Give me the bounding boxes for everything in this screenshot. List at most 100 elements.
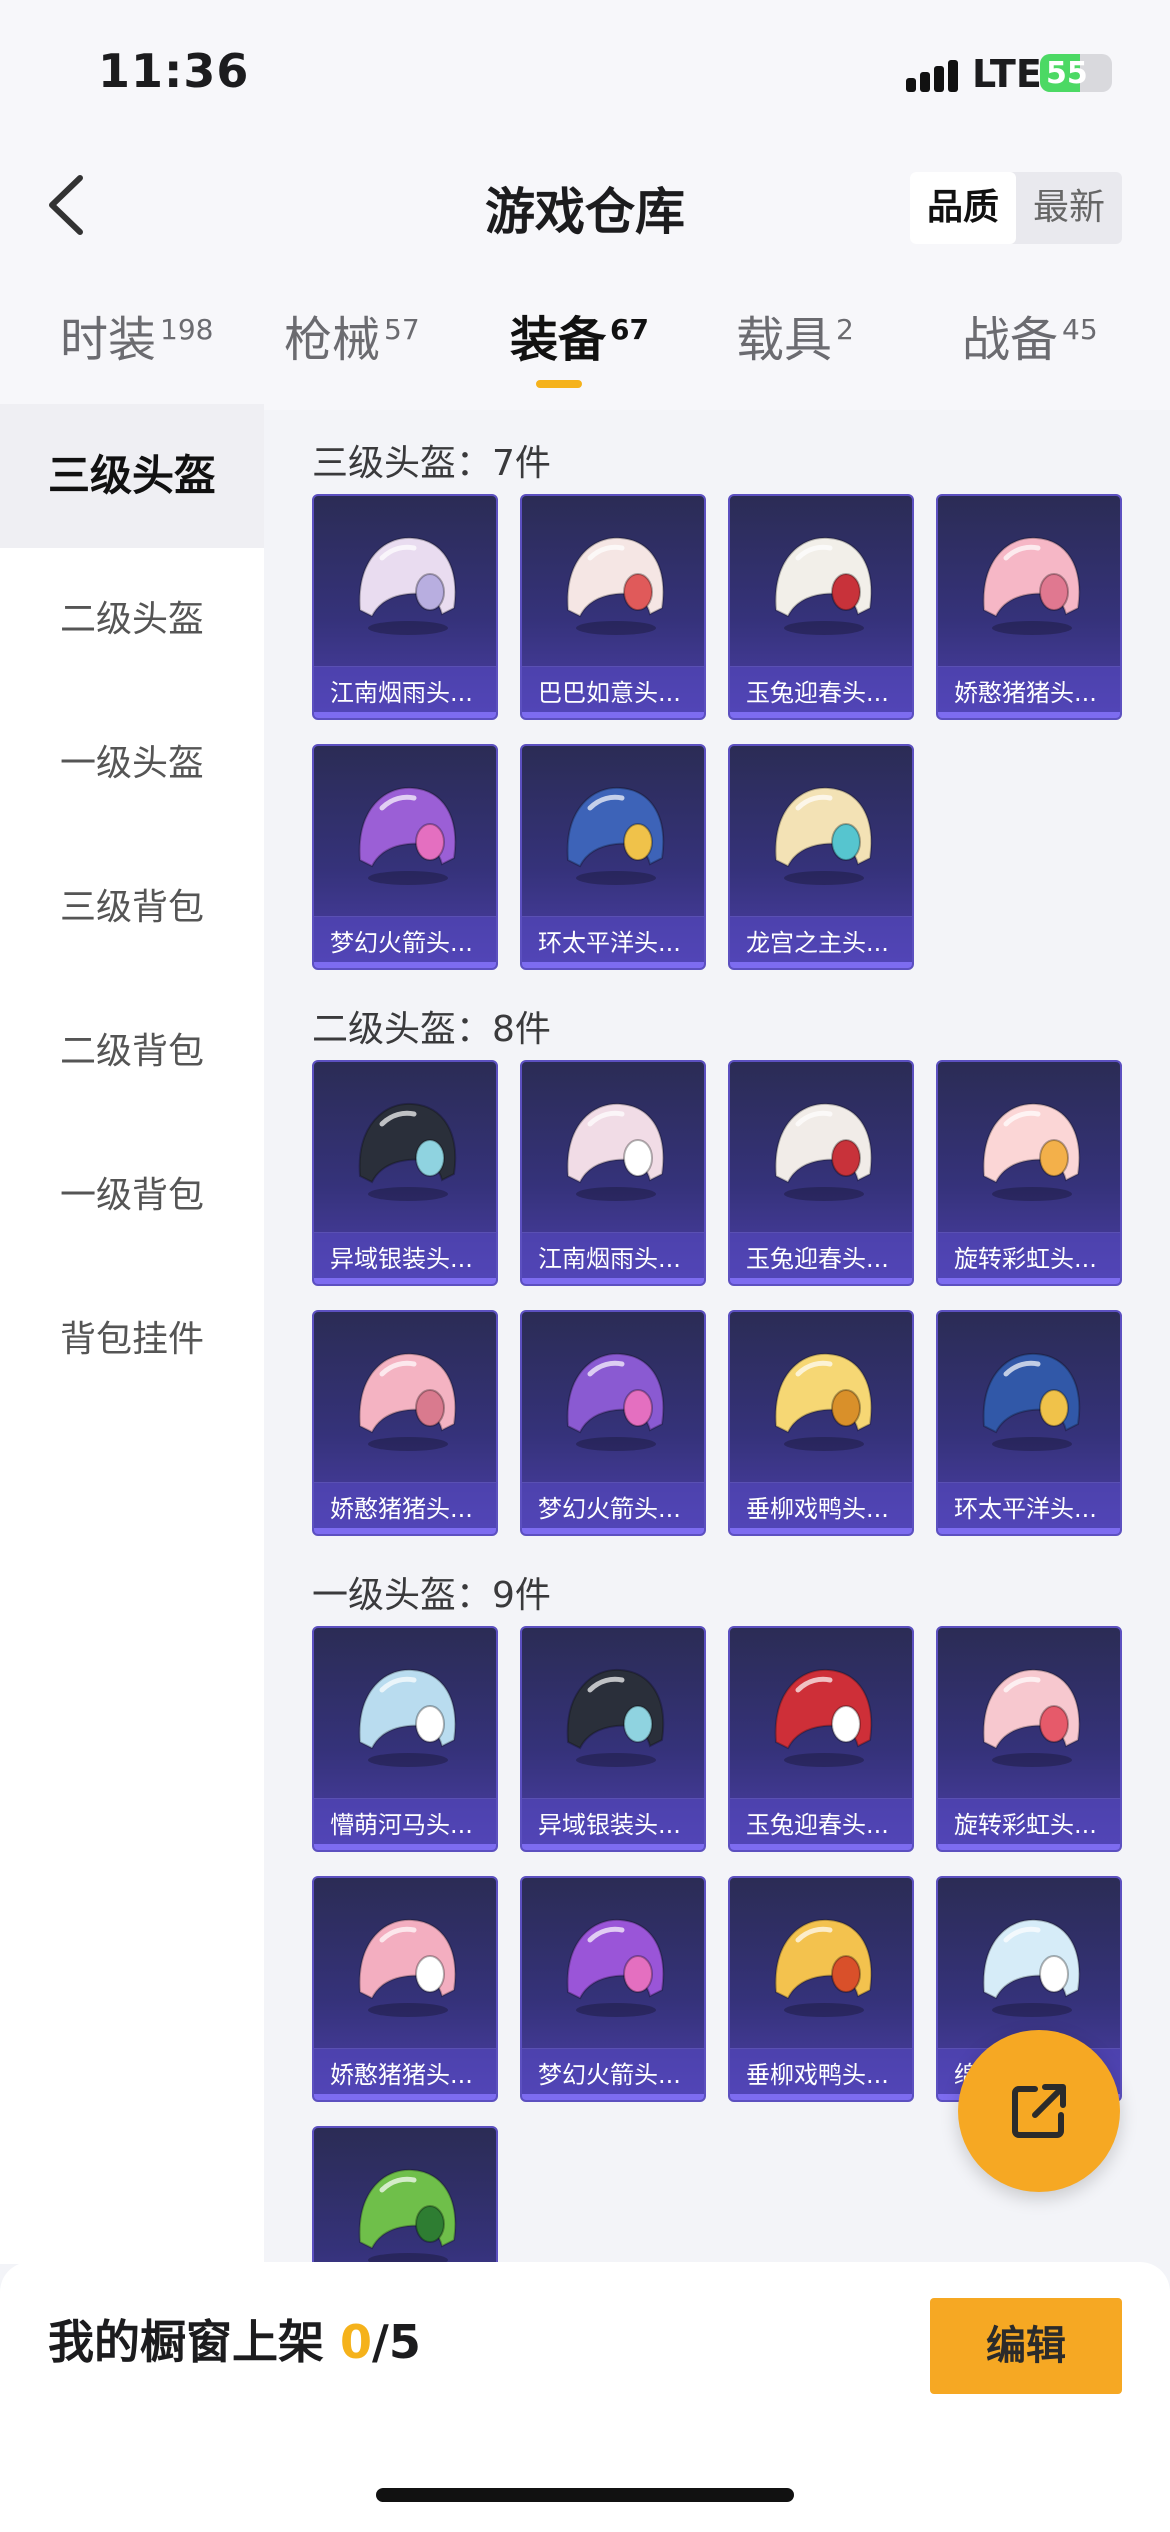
showcase-prefix: 我的橱窗上架 <box>48 2315 341 2369</box>
helmet-icon <box>982 1668 1081 1767</box>
item-card[interactable]: 梦幻火箭头... <box>520 1876 706 2102</box>
item-card[interactable]: 垂柳戏鸭头... <box>728 1310 914 1536</box>
item-card-quality-bar <box>522 1528 704 1534</box>
item-card-label: 环太平洋头... <box>522 916 704 968</box>
home-indicator <box>376 2488 794 2502</box>
tab-indicator <box>536 380 582 388</box>
item-card-quality-bar <box>730 2094 912 2100</box>
section-title: 二级头盔：8件 <box>312 1009 551 1050</box>
item-card[interactable]: 龙宫之主头... <box>728 744 914 970</box>
battery-icon: 55 <box>1040 54 1112 92</box>
item-card[interactable]: 异域银装头... <box>312 1060 498 1286</box>
status-bar: 11:36 LTE 55 <box>0 0 1170 140</box>
item-card-label: 玉兔迎春头... <box>730 1232 912 1284</box>
sidebar-item-lv1-helmet[interactable]: 一级头盔 <box>0 692 264 836</box>
tab-supplies[interactable]: 战备 45 <box>962 300 1098 400</box>
network-label: LTE <box>972 52 1042 96</box>
item-card[interactable]: 江南烟雨头... <box>312 494 498 720</box>
item-card[interactable]: 玉兔迎春头... <box>728 1060 914 1286</box>
item-card-quality-bar <box>314 712 496 718</box>
tab-count: 57 <box>384 313 420 346</box>
item-card[interactable]: 旋转彩虹头... <box>936 1060 1122 1286</box>
item-card-label: 梦幻火箭头... <box>314 916 496 968</box>
item-card[interactable]: 江南烟雨头... <box>520 1060 706 1286</box>
item-card[interactable]: 巴巴如意头... <box>520 494 706 720</box>
item-card[interactable]: 环太平洋头... <box>520 744 706 970</box>
sidebar-item-lv1-backpack[interactable]: 一级背包 <box>0 1124 264 1268</box>
item-card[interactable] <box>312 2126 498 2264</box>
item-card-quality-bar <box>314 1844 496 1850</box>
item-card[interactable]: 娇憨猪猪头... <box>312 1876 498 2102</box>
tab-label: 时装 <box>60 312 157 368</box>
item-card[interactable]: 懵萌河马头... <box>312 1626 498 1852</box>
item-card[interactable]: 垂柳戏鸭头... <box>728 1876 914 2102</box>
tab-label: 枪械 <box>284 312 381 368</box>
sidebar-item-lv3-backpack[interactable]: 三级背包 <box>0 836 264 980</box>
item-card-quality-bar <box>730 712 912 718</box>
item-card-quality-bar <box>314 1278 496 1284</box>
item-card-label: 江南烟雨头... <box>522 1232 704 1284</box>
category-tabs: 时装 198 枪械 57 装备 67 载具 2 战备 45 <box>0 300 1170 400</box>
section-title: 一级头盔：9件 <box>312 1575 551 1616</box>
sort-option-newest[interactable]: 最新 <box>1016 172 1122 244</box>
item-card-label: 异域银装头... <box>314 1232 496 1284</box>
item-card-quality-bar <box>938 1528 1120 1534</box>
item-card-label: 娇憨猪猪头... <box>314 1482 496 1534</box>
item-card[interactable]: 玉兔迎春头... <box>728 1626 914 1852</box>
tab-count: 67 <box>610 313 649 346</box>
helmet-icon <box>774 1668 873 1767</box>
back-button[interactable] <box>36 160 96 250</box>
item-card-label: 懵萌河马头... <box>314 1798 496 1850</box>
item-card-label: 娇憨猪猪头... <box>314 2048 496 2100</box>
status-time: 11:36 <box>98 44 250 98</box>
share-button[interactable] <box>958 2030 1120 2192</box>
item-card[interactable]: 异域银装头... <box>520 1626 706 1852</box>
battery-text: 55 <box>1046 56 1088 91</box>
item-card-label: 旋转彩虹头... <box>938 1232 1120 1284</box>
item-card[interactable]: 梦幻火箭头... <box>520 1310 706 1536</box>
helmet-icon <box>358 1102 457 1201</box>
item-card[interactable]: 旋转彩虹头... <box>936 1626 1122 1852</box>
sidebar-item-lv2-helmet[interactable]: 二级头盔 <box>0 548 264 692</box>
signal-icon <box>906 58 964 92</box>
tab-label: 装备 <box>510 312 607 368</box>
item-card[interactable]: 梦幻火箭头... <box>312 744 498 970</box>
helmet-icon <box>774 536 873 635</box>
helmet-icon <box>774 1102 873 1201</box>
sidebar-item-backpack-charm[interactable]: 背包挂件 <box>0 1268 264 1412</box>
item-card-label: 梦幻火箭头... <box>522 2048 704 2100</box>
item-card-label: 梦幻火箭头... <box>522 1482 704 1534</box>
sort-toggle[interactable]: 品质 最新 <box>910 172 1122 244</box>
item-card-quality-bar <box>730 1278 912 1284</box>
item-card[interactable]: 玉兔迎春头... <box>728 494 914 720</box>
tab-fashion[interactable]: 时装 198 <box>60 300 213 400</box>
item-card-quality-bar <box>522 712 704 718</box>
tab-count: 45 <box>1062 313 1098 346</box>
item-card-quality-bar <box>730 962 912 968</box>
helmet-icon <box>358 2168 457 2264</box>
sidebar-item-lv3-helmet[interactable]: 三级头盔 <box>0 404 264 548</box>
item-card-quality-bar <box>314 1528 496 1534</box>
item-card[interactable]: 环太平洋头... <box>936 1310 1122 1536</box>
tab-vehicles[interactable]: 载具 2 <box>736 300 854 400</box>
item-card[interactable]: 娇憨猪猪头... <box>312 1310 498 1536</box>
tab-count: 2 <box>836 313 854 346</box>
helmet-icon <box>566 786 665 885</box>
helmet-icon <box>358 536 457 635</box>
showcase-count: 0 <box>340 2315 373 2369</box>
sort-option-quality[interactable]: 品质 <box>910 172 1016 244</box>
showcase-total: /5 <box>372 2315 421 2369</box>
helmet-icon <box>358 786 457 885</box>
helmet-icon <box>358 1918 457 2017</box>
helmet-icon <box>566 536 665 635</box>
tab-firearms[interactable]: 枪械 57 <box>284 300 420 400</box>
item-card-quality-bar <box>522 1844 704 1850</box>
item-card-label: 垂柳戏鸭头... <box>730 1482 912 1534</box>
item-card-quality-bar <box>522 962 704 968</box>
item-card-label: 垂柳戏鸭头... <box>730 2048 912 2100</box>
item-card-quality-bar <box>938 712 1120 718</box>
item-card[interactable]: 娇憨猪猪头... <box>936 494 1122 720</box>
sidebar-item-lv2-backpack[interactable]: 二级背包 <box>0 980 264 1124</box>
edit-button[interactable]: 编辑 <box>930 2298 1122 2394</box>
tab-count: 198 <box>160 313 214 346</box>
